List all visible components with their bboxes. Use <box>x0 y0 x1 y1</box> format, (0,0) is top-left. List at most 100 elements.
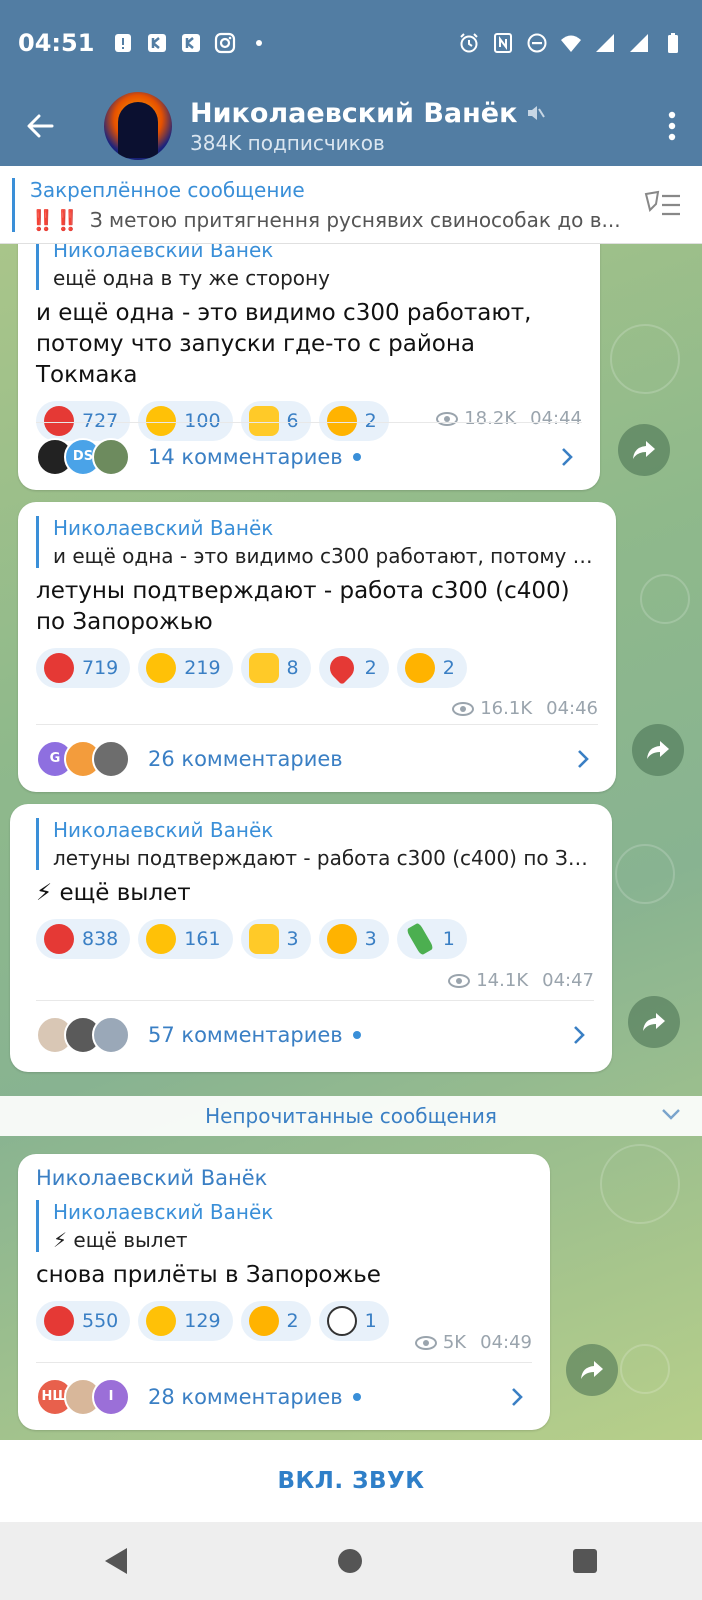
angry-face-icon <box>44 924 74 955</box>
comments-button[interactable]: 57 комментариев <box>36 1000 594 1068</box>
kb-icon <box>182 34 201 52</box>
chevron-right-icon <box>574 1025 585 1044</box>
notification-icon <box>115 34 132 52</box>
reaction-thumbs-up[interactable]: 8 <box>240 648 311 689</box>
nav-recents-icon[interactable] <box>572 1549 597 1573</box>
reply-author: Николаевский Ванёк <box>53 1200 274 1224</box>
pinned-list-icon[interactable] <box>642 188 682 222</box>
message-text: ⚡ ещё вылет <box>36 880 191 906</box>
channel-info[interactable]: Николаевский Ванёк 384K подписчиков <box>190 97 546 155</box>
avatar <box>92 1015 130 1054</box>
reaction-angry[interactable]: 719 <box>36 648 131 689</box>
reply-author: Николаевский Ванёк <box>53 244 274 262</box>
champagne-bottle-icon <box>405 922 434 956</box>
message-bubble[interactable]: Николаевский Ванёк ещё одна в ту же стор… <box>18 244 600 490</box>
message-text: и ещё одна - это видимо с300 работают, п… <box>36 300 532 389</box>
reaction-cry[interactable]: 129 <box>138 1301 233 1342</box>
reply-quote[interactable]: Николаевский Ванёк и ещё одна - это види… <box>36 516 598 568</box>
commenter-avatars: G <box>36 739 136 778</box>
reply-author: Николаевский Ванёк <box>53 818 274 842</box>
eyes-icon <box>326 1306 357 1337</box>
thumbs-up-icon <box>248 653 279 684</box>
comments-count: 26 комментариев <box>148 746 343 771</box>
message-time: 04:47 <box>542 970 594 991</box>
unread-dot <box>352 1030 361 1039</box>
comments-button[interactable]: НШ I 28 комментариев <box>36 1362 532 1430</box>
share-button[interactable] <box>628 996 680 1048</box>
unmute-button[interactable]: ВКЛ. ЗВУК <box>0 1440 702 1522</box>
reaction-rofl[interactable]: 3 <box>318 919 389 960</box>
message-text: летуны подтверждают - работа с300 (с400)… <box>36 578 570 636</box>
nfc-icon <box>494 33 512 53</box>
view-count: 5K <box>442 1332 467 1353</box>
reply-quote[interactable]: Николаевский Ванёк летуны подтверждают -… <box>36 818 594 870</box>
angry-face-icon <box>44 653 74 684</box>
avatar <box>92 437 130 476</box>
reaction-cry[interactable]: 219 <box>138 648 233 689</box>
wifi-icon <box>561 35 581 52</box>
pinned-indicator <box>12 178 15 232</box>
chevron-right-icon <box>512 1387 523 1406</box>
pinned-preview: ‼️‼️ З метою притягнення руснявих свиносо… <box>30 208 630 232</box>
nav-back-icon[interactable] <box>105 1548 128 1574</box>
pinned-text: З метою притягнення руснявих свинособак … <box>89 208 621 232</box>
reaction-angry[interactable]: 838 <box>36 919 131 960</box>
unread-separator: Непрочитанные сообщения <box>0 1096 702 1136</box>
pinned-title: Закреплённое сообщение <box>30 178 305 202</box>
nav-home-icon[interactable] <box>337 1549 362 1573</box>
pinned-marks: ‼️‼️ <box>30 208 80 232</box>
comments-count: 28 комментариев <box>148 1384 343 1409</box>
channel-avatar[interactable] <box>104 92 172 160</box>
system-nav-bar <box>0 1522 702 1600</box>
commenter-avatars: НШ I <box>36 1377 136 1416</box>
unread-dot <box>352 452 361 461</box>
channel-title: Николаевский Ванёк <box>190 97 518 129</box>
avatar: I <box>92 1377 130 1416</box>
chevron-down-icon[interactable] <box>660 1106 682 1122</box>
angry-face-icon <box>44 1306 74 1337</box>
commenter-avatars: DS <box>36 437 136 476</box>
view-count: 14.1K <box>476 970 529 991</box>
message-bubble[interactable]: Николаевский Ванёк летуны подтверждают -… <box>10 804 612 1072</box>
crying-face-icon <box>146 1306 177 1337</box>
pinned-message[interactable]: Закреплённое сообщение ‼️‼️ З метою притя… <box>0 166 702 244</box>
rofl-face-icon <box>404 653 435 684</box>
share-arrow-icon <box>633 441 655 459</box>
unmute-label: ВКЛ. ЗВУК <box>277 1468 425 1494</box>
reply-text: ⚡ ещё вылет <box>53 1228 188 1252</box>
reactions: 838 161 3 3 1 <box>36 919 594 960</box>
reaction-rofl[interactable]: 2 <box>396 648 467 689</box>
dot-icon <box>256 40 263 46</box>
comments-button[interactable]: DS 14 комментариев <box>36 422 582 490</box>
chevron-right-icon <box>562 447 573 466</box>
avatar <box>92 739 130 778</box>
message-sender[interactable]: Николаевский Ванёк <box>36 1166 532 1190</box>
reaction-eyes[interactable]: 1 <box>318 1301 389 1342</box>
subscriber-count: 384K подписчиков <box>190 130 385 155</box>
reply-quote[interactable]: Николаевский Ванёк ⚡ ещё вылет <box>36 1200 532 1252</box>
unread-dot <box>352 1392 361 1401</box>
back-button[interactable] <box>0 86 80 166</box>
channel-header: Николаевский Ванёк 384K подписчиков <box>0 86 702 166</box>
reaction-cry[interactable]: 161 <box>138 919 233 960</box>
comments-button[interactable]: G 26 комментариев <box>36 724 598 792</box>
status-bar: 04:51 <box>0 0 702 86</box>
share-button[interactable] <box>618 424 670 476</box>
chat-area[interactable]: Николаевский Ванёк ещё одна в ту же стор… <box>0 244 702 1440</box>
reaction-rofl[interactable]: 2 <box>240 1301 311 1342</box>
share-button[interactable] <box>566 1344 618 1396</box>
more-menu-button[interactable] <box>642 86 702 166</box>
signal-icon <box>630 34 648 52</box>
reaction-champagne[interactable]: 1 <box>396 919 467 960</box>
reaction-angry[interactable]: 550 <box>36 1301 131 1342</box>
reply-quote[interactable]: Николаевский Ванёк ещё одна в ту же стор… <box>36 244 582 290</box>
comments-count: 14 комментариев <box>148 444 343 469</box>
reaction-thumbs-up[interactable]: 3 <box>240 919 311 960</box>
message-meta: 5K 04:49 <box>414 1332 532 1353</box>
share-button[interactable] <box>632 724 684 776</box>
rofl-face-icon <box>248 1306 279 1337</box>
reply-text: и ещё одна - это видимо с300 работают, п… <box>53 544 598 568</box>
reaction-heart[interactable]: 2 <box>318 648 389 689</box>
message-bubble[interactable]: Николаевский Ванёк Николаевский Ванёк ⚡ … <box>18 1154 550 1430</box>
message-bubble[interactable]: Николаевский Ванёк и ещё одна - это види… <box>18 502 616 792</box>
